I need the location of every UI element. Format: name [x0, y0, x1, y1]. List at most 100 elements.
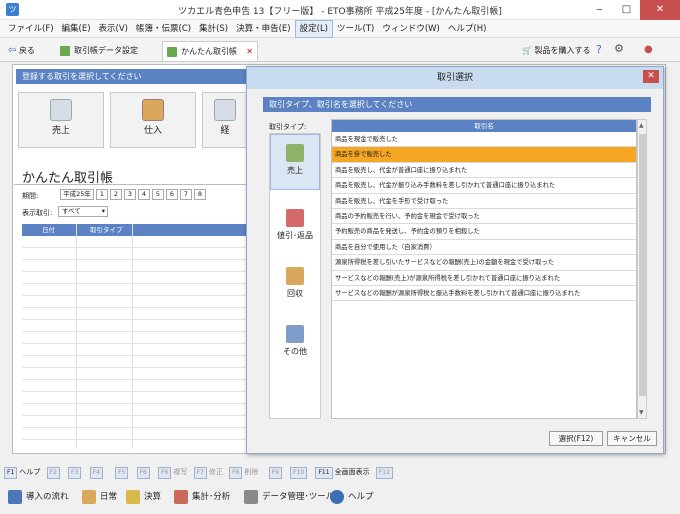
category-expense-button[interactable]: 経 — [202, 92, 248, 148]
filter-select[interactable]: すべて ▾ — [58, 206, 108, 217]
table-row[interactable] — [22, 296, 248, 308]
fkey-f1[interactable]: F1 ヘルプ — [4, 465, 40, 479]
menu-help[interactable]: ヘルプ(H) — [444, 20, 491, 38]
list-scrollbar[interactable]: ▲ ▼ — [637, 119, 647, 419]
maximize-button[interactable]: □ — [613, 0, 640, 20]
menu-window[interactable]: ウィンドウ(W) — [378, 20, 444, 38]
nav-daily[interactable]: 日常 — [82, 486, 117, 508]
fkey-f12[interactable]: F12 — [375, 465, 395, 479]
fkey-f6a[interactable]: F6 — [136, 465, 152, 479]
table-row[interactable] — [22, 428, 248, 440]
user-icon[interactable]: ● — [644, 42, 653, 57]
table-row[interactable] — [22, 344, 248, 356]
month-button[interactable]: 5 — [152, 189, 164, 200]
table-row[interactable] — [22, 308, 248, 320]
category-purchase-button[interactable]: 仕入 — [110, 92, 196, 148]
table-row[interactable] — [22, 356, 248, 368]
cancel-button[interactable]: キャンセル — [607, 431, 657, 446]
tools-icon — [244, 489, 258, 504]
fkey-f11[interactable]: F11 全画面表示 — [315, 465, 370, 479]
list-item[interactable]: 商品を現金で販売した — [332, 132, 636, 148]
menu-settings[interactable]: 設定(L) — [294, 20, 333, 38]
table-row[interactable] — [22, 332, 248, 344]
scroll-down-icon[interactable]: ▼ — [639, 409, 644, 416]
close-button[interactable]: ✕ — [640, 0, 680, 20]
nav-intro[interactable]: 導入の流れ — [8, 486, 69, 508]
scrollbar-thumb[interactable] — [639, 134, 646, 396]
list-item[interactable]: 予約販売の商品を発送し、予約金の預りを相殺した — [332, 224, 636, 240]
back-button[interactable]: ⇦ 戻る — [8, 43, 35, 58]
type-collection-button[interactable]: 回収 — [270, 258, 320, 314]
table-row[interactable] — [22, 320, 248, 332]
list-item[interactable]: 商品の予約販売を行い、予約金を現金で受け取った — [332, 209, 636, 225]
select-button[interactable]: 選択(F12) — [549, 431, 603, 446]
nav-data-tools[interactable]: データ管理･ツール — [244, 486, 334, 508]
nav-analysis[interactable]: 集計･分析 — [174, 486, 230, 508]
fkey-f4[interactable]: F4 — [89, 465, 105, 479]
fkey-key: F2 — [46, 467, 60, 479]
month-button[interactable]: 3 — [124, 189, 136, 200]
nav-help[interactable]: ヘルプ — [330, 486, 374, 508]
menu-view[interactable]: 表示(V) — [95, 20, 132, 38]
type-sales-button[interactable]: 売上 — [270, 134, 320, 190]
table-row[interactable] — [22, 284, 248, 296]
month-button[interactable]: 7 — [180, 189, 192, 200]
month-button[interactable]: 4 — [138, 189, 150, 200]
fkey-key: F12 — [375, 467, 393, 479]
list-item[interactable]: 商品を販売し、代金が普通口座に振り込まれた — [332, 163, 636, 179]
type-other-button[interactable]: その他 — [270, 316, 320, 372]
category-sales-button[interactable]: 売上 — [18, 92, 104, 148]
fkey-key: F8 — [229, 467, 243, 479]
list-item[interactable]: サービスなどの報酬が源泉所得税と振込手数料を差し引かれて普通口座に振り込まれた — [332, 286, 636, 302]
month-button[interactable]: 8 — [194, 189, 206, 200]
tab-kantan[interactable]: かんたん取引帳 ✕ — [162, 41, 258, 61]
nav-label: 決算 — [144, 492, 162, 502]
minimize-button[interactable]: ‒ — [586, 0, 613, 20]
fkey-f2[interactable]: F2 — [46, 465, 62, 479]
list-item[interactable]: 商品を販売し、代金を手形で受け取った — [332, 194, 636, 209]
table-row[interactable] — [22, 392, 248, 404]
era-button[interactable]: 平成25年 — [60, 189, 94, 200]
table-row[interactable] — [22, 260, 248, 272]
month-button[interactable]: 6 — [166, 189, 178, 200]
menu-tools[interactable]: ツール(T) — [333, 20, 378, 38]
table-row[interactable] — [22, 272, 248, 284]
transaction-select-dialog: 取引選択 ✕ 取引タイプ、取引名を選択してください 取引タイプ: 売上 値引･返… — [246, 66, 664, 454]
menu-file[interactable]: ファイル(F) — [4, 20, 58, 38]
type-discount-button[interactable]: 値引･返品 — [270, 200, 320, 256]
fkey-f3[interactable]: F3 — [68, 465, 83, 479]
fkey-key: F10 — [290, 467, 308, 479]
gear-icon[interactable]: ⚙ — [614, 41, 624, 56]
buy-product-button[interactable]: 🛒 製品を購入する — [522, 43, 591, 58]
fkey-f7[interactable]: F7 修正 — [193, 465, 223, 479]
tab-close-icon[interactable]: ✕ — [246, 42, 253, 62]
fkey-f10[interactable]: F10 — [290, 465, 309, 479]
list-item[interactable]: 源泉所得税を差し引いたサービスなどの報酬(売上)の金額を現金で受け取った — [332, 255, 636, 271]
fkey-f5[interactable]: F5 — [115, 465, 130, 479]
table-row[interactable] — [22, 368, 248, 380]
menu-summary[interactable]: 集計(S) — [195, 20, 232, 38]
list-item[interactable]: 商品を販売し、代金が振り込み手数料を差し引かれて普通口座に振り込まれた — [332, 178, 636, 194]
table-row[interactable] — [22, 380, 248, 392]
month-button[interactable]: 2 — [110, 189, 122, 200]
table-row[interactable] — [22, 416, 248, 428]
menu-closing[interactable]: 決算・申告(E) — [232, 20, 295, 38]
table-row[interactable] — [22, 404, 248, 416]
dialog-close-button[interactable]: ✕ — [643, 70, 659, 83]
help-icon[interactable]: ? — [596, 42, 602, 57]
menu-ledger[interactable]: 帳簿・伝票(C) — [132, 20, 195, 38]
fkey-f8[interactable]: F8 削除 — [229, 465, 258, 479]
list-item[interactable]: 商品を自分で使用した（自家消費） — [332, 240, 636, 256]
fkey-f6[interactable]: F6 複写 — [158, 465, 187, 479]
month-button[interactable]: 1 — [96, 189, 108, 200]
menu-edit[interactable]: 編集(E) — [58, 20, 95, 38]
back-label: 戻る — [18, 46, 35, 55]
scroll-up-icon[interactable]: ▲ — [639, 122, 644, 129]
list-item[interactable]: サービスなどの報酬(売上)が源泉所得税を差し引かれて普通口座に振り込まれた — [332, 271, 636, 286]
fkey-f9[interactable]: F9 — [268, 465, 284, 479]
tab-data-settings[interactable]: 取引帳データ設定 — [56, 41, 156, 61]
list-item-selected[interactable]: 商品を掛で販売した — [332, 147, 636, 163]
table-row[interactable] — [22, 236, 248, 248]
table-row[interactable] — [22, 248, 248, 260]
nav-closing[interactable]: 決算 — [126, 486, 161, 508]
